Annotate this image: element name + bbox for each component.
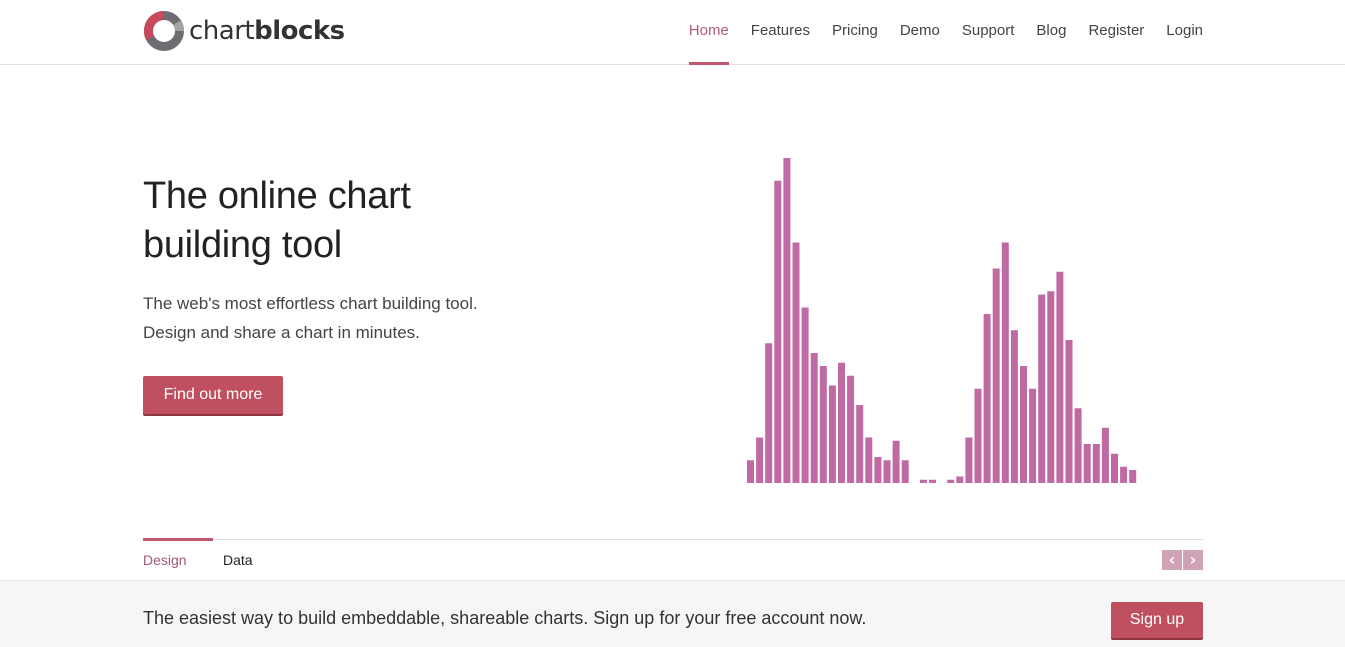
chart-bar [1129,470,1137,483]
chart-bar [919,479,927,483]
chart-bar [901,460,909,483]
hero-subtitle-line-2: Design and share a chart in minutes. [143,323,420,342]
chart-bar [838,362,845,483]
chart-bar [1092,444,1100,483]
chart-bar [801,307,809,483]
chart-bar [865,437,873,483]
chart-bar [947,479,955,483]
chart-bar [1010,330,1018,483]
hero-subtitle-line-1: The web's most effortless chart building… [143,294,478,313]
chart-bar [792,242,800,483]
signup-band-text: The easiest way to build embeddable, sha… [143,608,867,628]
nav-item-support[interactable]: Support [951,0,1026,60]
carousel-arrows: ‹ › [1162,550,1203,570]
nav-item-features[interactable]: Features [740,0,821,60]
site-header: chartblocks Home Features Pricing Demo S… [0,0,1345,65]
chart-bar [956,476,964,483]
chart-bar [783,158,791,483]
chart-bar [1020,366,1027,483]
logo-ring-icon [143,10,184,51]
hero-subtitle: The web's most effortless chart building… [143,289,603,347]
chart-bar [992,268,1000,483]
signup-band: The easiest way to build embeddable, sha… [0,580,1345,647]
chart-bar [847,375,855,483]
chart-bar [1047,291,1055,483]
chart-bar [765,343,773,483]
chart-bar [1065,340,1073,483]
chart-bar [1101,427,1109,483]
chart-bar [828,385,836,483]
chart-bar [1120,466,1128,483]
chart-bar [1083,444,1091,483]
preview-tabs: Design Data ‹ › [143,538,1203,580]
chart-bar [883,460,891,483]
sign-up-button[interactable]: Sign up [1111,602,1203,638]
nav-item-demo[interactable]: Demo [889,0,951,60]
hero-bar-chart [747,158,1137,483]
chart-bar [974,388,982,483]
chart-bar [810,353,818,483]
chart-bar [819,366,827,483]
logo-wordmark-light: chart [189,16,255,46]
chart-bar [856,405,864,483]
tab-design[interactable]: Design [143,538,213,580]
main-nav: Home Features Pricing Demo Support Blog … [678,0,1203,65]
chart-bar [747,460,754,483]
chevron-left-icon[interactable]: ‹ [1162,550,1182,570]
chart-bar [892,440,900,483]
find-out-more-button[interactable]: Find out more [143,376,283,414]
tab-data[interactable]: Data [223,540,253,580]
chartblocks-logo[interactable]: chartblocks [143,9,345,53]
chart-bar [1056,271,1064,483]
nav-item-home[interactable]: Home [678,0,740,65]
chart-bar [1074,408,1082,483]
chart-bar [774,180,782,483]
chart-bar [1038,294,1046,483]
chart-bar [1001,242,1009,483]
logo-wordmark: chartblocks [189,18,345,44]
chevron-right-icon[interactable]: › [1183,550,1203,570]
nav-item-login[interactable]: Login [1155,0,1203,60]
nav-item-pricing[interactable]: Pricing [821,0,889,60]
hero-title: The online chart building tool [143,172,563,270]
chart-bar [1029,388,1037,483]
chart-bar [874,457,882,483]
logo-wordmark-bold: blocks [254,16,345,46]
chart-bar [983,314,991,483]
hero-title-line-2: building tool [143,224,342,266]
chart-bar [965,437,973,483]
nav-item-blog[interactable]: Blog [1025,0,1077,60]
chart-bar [929,479,936,483]
hero-title-line-1: The online chart [143,175,411,217]
chart-bar [1111,453,1118,483]
chart-bar [756,437,764,483]
nav-item-register[interactable]: Register [1077,0,1155,60]
